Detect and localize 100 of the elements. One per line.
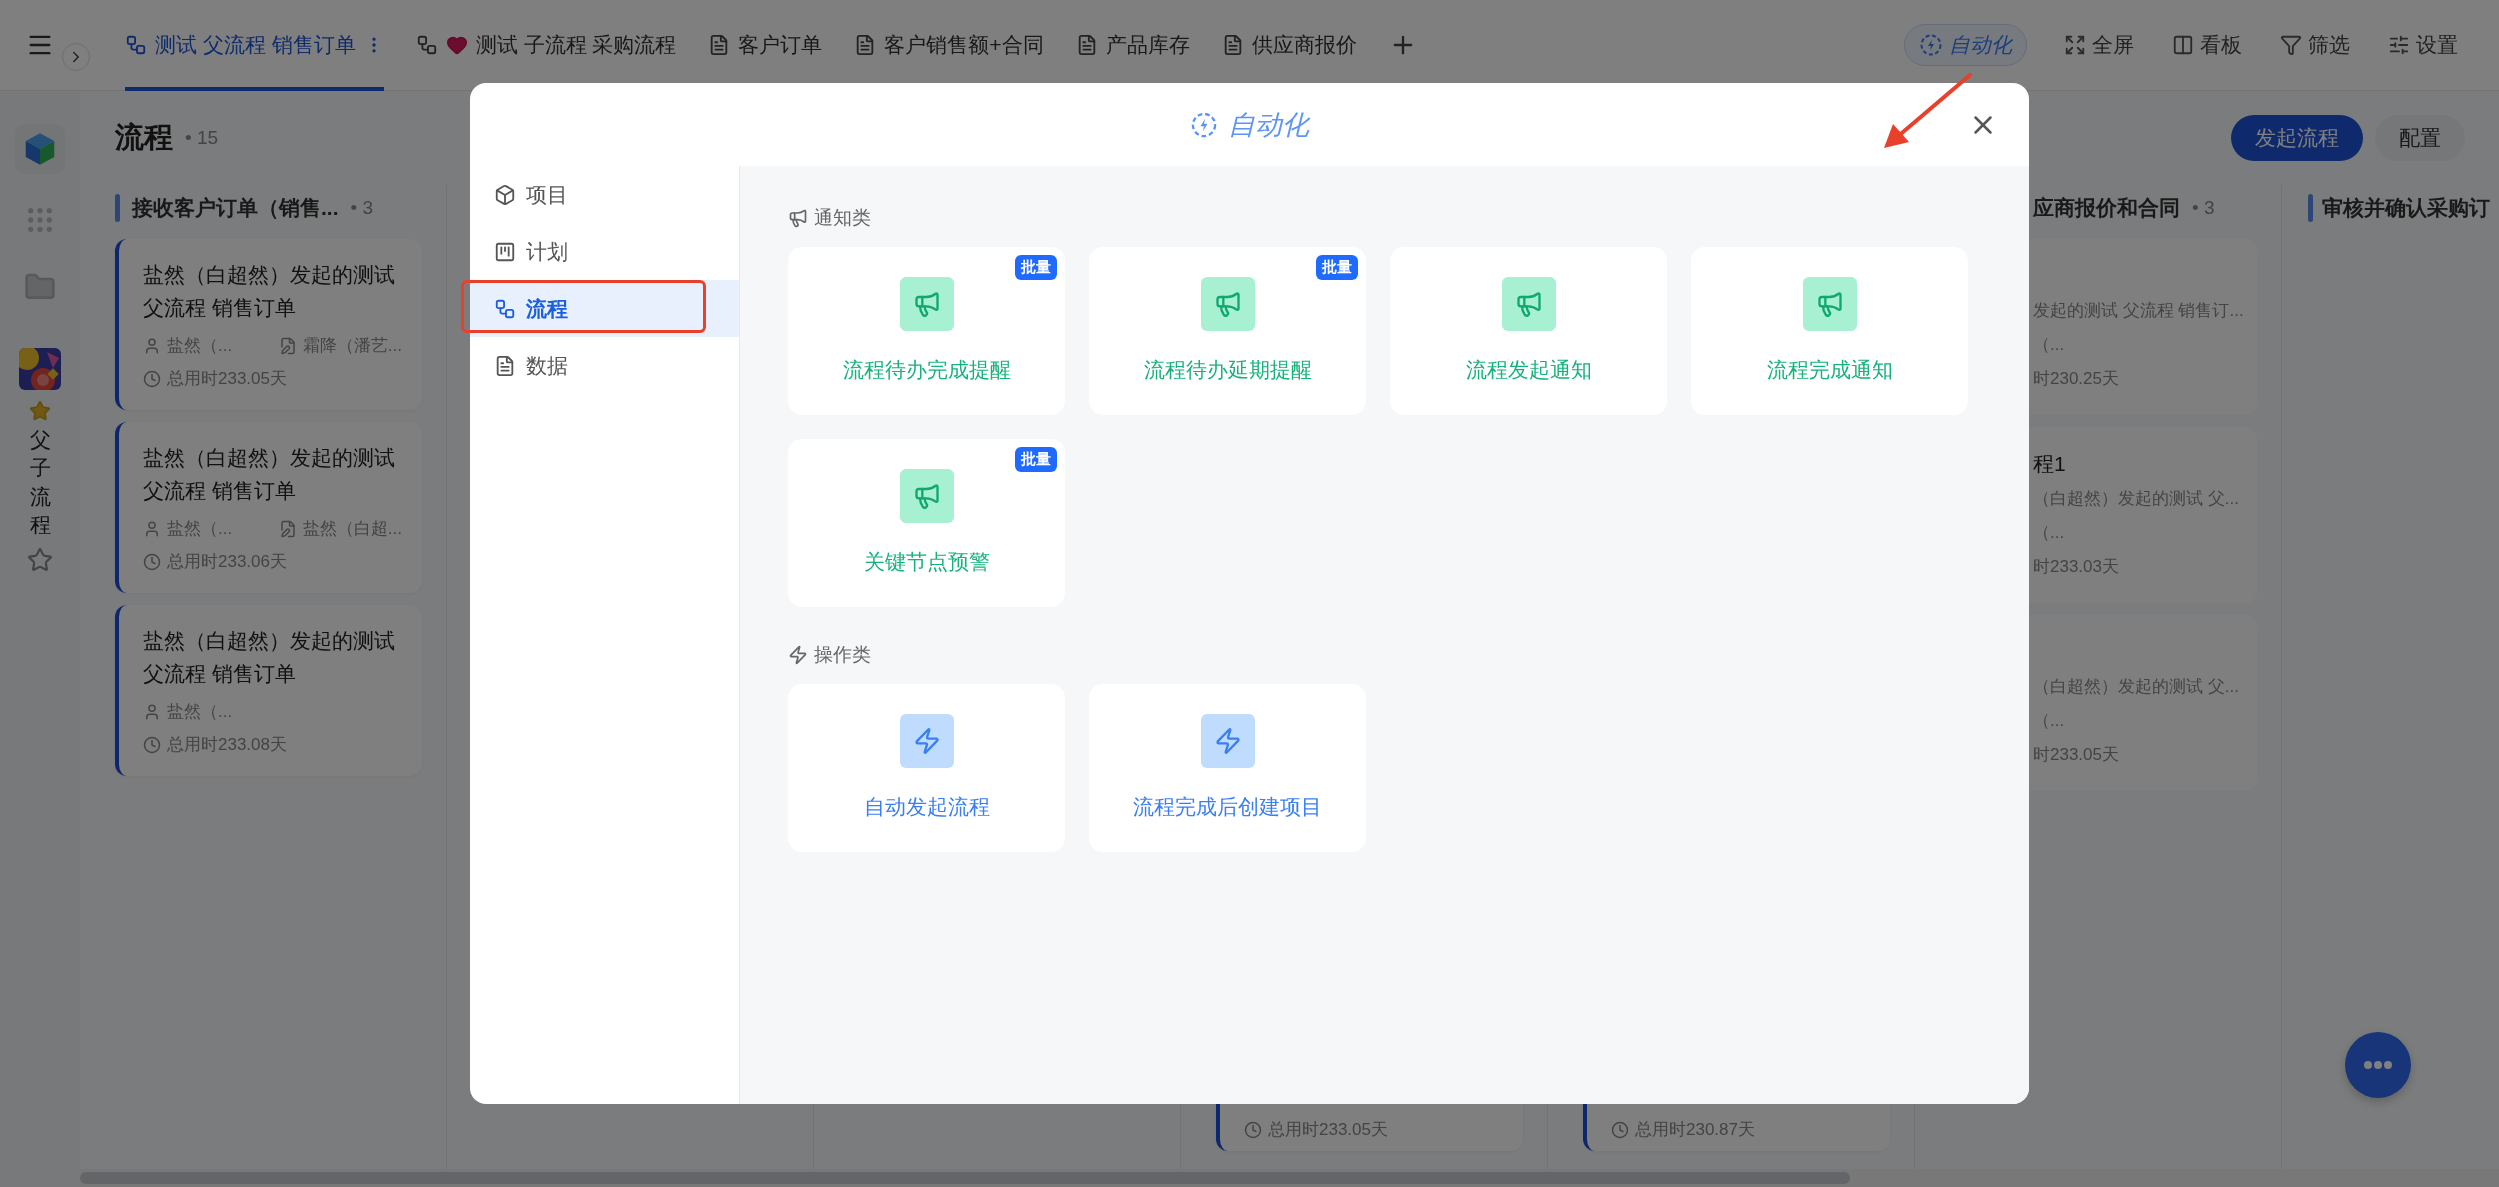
column-title: 应商报价和合同 bbox=[2033, 195, 2180, 221]
toolbar-button[interactable]: 看板 bbox=[2171, 24, 2243, 66]
automation-icon bbox=[1190, 110, 1218, 139]
column-title: 审核并确认采购订 bbox=[2322, 195, 2490, 221]
column-count: • 3 bbox=[2192, 197, 2215, 219]
user-icon bbox=[143, 336, 161, 355]
toolbar-button[interactable]: 设置 bbox=[2387, 24, 2459, 66]
menu-item[interactable]: 计划 bbox=[470, 223, 739, 280]
megaphone-icon bbox=[1501, 277, 1556, 331]
megaphone-icon bbox=[899, 469, 954, 523]
card-label: 流程完成后创建项目 bbox=[1133, 794, 1322, 820]
automation-card[interactable]: 关键节点预警 批量 bbox=[788, 439, 1065, 607]
card-detail: （白超然）发起的测试 父... bbox=[2033, 675, 2239, 698]
edit-icon bbox=[278, 336, 297, 355]
page-count: • 15 bbox=[185, 127, 219, 149]
page-title: 流程 bbox=[115, 120, 173, 155]
tab[interactable]: 测试 父流程 销售订单 bbox=[125, 0, 384, 91]
toolbar-button[interactable]: 自动化 bbox=[1904, 24, 2027, 66]
card-label: 流程待办完成提醒 bbox=[842, 357, 1011, 383]
card-label: 流程完成通知 bbox=[1766, 357, 1893, 383]
edit-icon bbox=[278, 519, 297, 538]
document-icon bbox=[494, 354, 516, 377]
clock-icon bbox=[143, 552, 161, 571]
star-icon[interactable] bbox=[27, 547, 53, 574]
toolbar-button[interactable]: 筛选 bbox=[2279, 24, 2351, 66]
flow-icon bbox=[125, 34, 147, 56]
expand-icon bbox=[2064, 34, 2086, 56]
megaphone-icon bbox=[1200, 277, 1255, 331]
lightning-icon bbox=[1200, 714, 1255, 768]
card-detail: （... bbox=[2033, 333, 2065, 356]
card-title: 盐然（白超然）发起的测试父流程 销售订单 bbox=[143, 262, 396, 321]
card-label: 关键节点预警 bbox=[863, 549, 990, 575]
header-button[interactable]: 配置 bbox=[2375, 115, 2465, 161]
tab[interactable]: 客户订单 bbox=[708, 0, 823, 91]
card-duration: 总用时233.06天 bbox=[143, 550, 402, 574]
card-duration: 总用时233.08天 bbox=[143, 733, 402, 757]
toolbar-button[interactable]: 全屏 bbox=[2063, 24, 2135, 66]
flow-icon bbox=[415, 34, 438, 56]
section-title: 操作类 bbox=[814, 643, 871, 667]
column-accent bbox=[2308, 194, 2313, 222]
user-icon bbox=[143, 702, 161, 721]
more-button[interactable] bbox=[2345, 1032, 2411, 1098]
automation-card[interactable]: 流程发起通知 bbox=[1390, 247, 1667, 415]
cube-icon bbox=[494, 183, 516, 206]
automation-card[interactable]: 流程完成后创建项目 bbox=[1089, 684, 1366, 852]
lightning-icon bbox=[899, 714, 954, 768]
card-duration: 总用时233.05天 bbox=[143, 367, 402, 391]
flow-icon bbox=[494, 297, 516, 320]
card-detail: （... bbox=[2033, 521, 2065, 544]
card-detail: 时230.25天 bbox=[2033, 367, 2119, 390]
lightning-icon bbox=[788, 645, 808, 665]
sliders-icon bbox=[2388, 34, 2410, 56]
card-duration: 总用时233.05天 bbox=[1244, 1118, 1503, 1141]
card-label: 流程发起通知 bbox=[1465, 357, 1592, 383]
megaphone-icon bbox=[1802, 277, 1857, 331]
section-title: 通知类 bbox=[814, 206, 871, 230]
header-button[interactable]: 发起流程 bbox=[2231, 115, 2363, 161]
tab[interactable]: 客户销售额+合同 bbox=[854, 0, 1044, 91]
card-detail: （... bbox=[2033, 709, 2065, 732]
process-card[interactable]: 盐然（白超然）发起的测试父流程 销售订单 盐然（... 总用时233.08天 bbox=[115, 605, 422, 777]
app-logo[interactable] bbox=[15, 124, 65, 174]
column-count: • 3 bbox=[350, 197, 373, 219]
card-duration: 总用时230.87天 bbox=[1611, 1118, 1870, 1141]
card-detail: 时233.03天 bbox=[2033, 555, 2119, 578]
tab[interactable]: 测试 子流程 采购流程 bbox=[415, 0, 677, 91]
tab[interactable]: 供应商报价 bbox=[1221, 0, 1357, 91]
automation-icon bbox=[1919, 33, 1943, 57]
megaphone-icon bbox=[788, 208, 808, 228]
columns-icon bbox=[2172, 34, 2194, 56]
card-title: 程1 bbox=[2033, 451, 2066, 477]
badge-icon bbox=[29, 400, 51, 422]
column-accent bbox=[115, 194, 120, 222]
card-handler: 盐然（白超... bbox=[278, 517, 402, 541]
clock-icon bbox=[1611, 1120, 1629, 1139]
user-icon bbox=[143, 519, 161, 538]
automation-card[interactable]: 流程待办完成提醒 批量 bbox=[788, 247, 1065, 415]
dots-icon bbox=[2364, 1061, 2392, 1069]
card-label: 自动发起流程 bbox=[863, 794, 990, 820]
batch-badge: 批量 bbox=[1316, 255, 1358, 280]
card-detail: 发起的测试 父流程 销售订... bbox=[2033, 299, 2244, 322]
card-owner: 盐然（... bbox=[143, 517, 249, 541]
clock-icon bbox=[143, 369, 161, 388]
card-owner: 盐然（... bbox=[143, 700, 263, 724]
menu-item[interactable]: 项目 bbox=[470, 166, 739, 223]
card-title: 盐然（白超然）发起的测试父流程 销售订单 bbox=[143, 445, 396, 504]
menu-item[interactable]: 数据 bbox=[470, 337, 739, 394]
card-handler: 霜降（潘艺... bbox=[278, 334, 402, 358]
heart-icon bbox=[445, 34, 468, 56]
megaphone-icon bbox=[899, 277, 954, 331]
card-title: 盐然（白超然）发起的测试父流程 销售订单 bbox=[143, 628, 396, 687]
card-detail: 时233.05天 bbox=[2033, 743, 2119, 766]
process-card[interactable]: 盐然（白超然）发起的测试父流程 销售订单 盐然（... 霜降（潘艺... 总用时233.05天 bbox=[115, 239, 422, 411]
card-detail: （白超然）发起的测试 父... bbox=[2033, 487, 2239, 510]
filter-icon bbox=[2280, 34, 2302, 56]
automation-card[interactable]: 自动发起流程 bbox=[788, 684, 1065, 852]
process-card[interactable]: 盐然（白超然）发起的测试父流程 销售订单 盐然（... 盐然（白超... 总用时233.06天 bbox=[115, 422, 422, 594]
kanban-icon bbox=[494, 240, 516, 263]
automation-card[interactable]: 流程完成通知 bbox=[1691, 247, 1968, 415]
tab[interactable]: 产品库存 bbox=[1075, 0, 1190, 91]
automation-card[interactable]: 流程待办延期提醒 批量 bbox=[1089, 247, 1366, 415]
